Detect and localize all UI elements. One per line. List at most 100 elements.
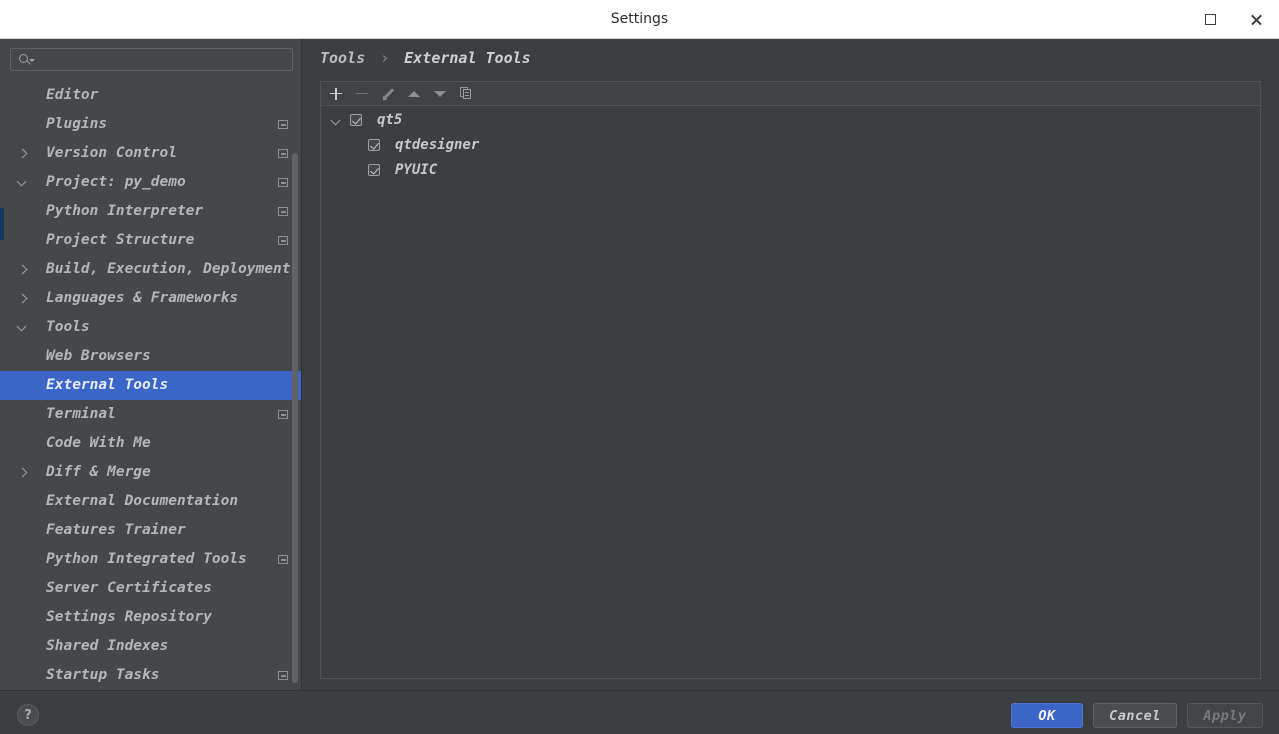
- sidebar-item-build-execution-deployment[interactable]: Build, Execution, Deployment: [0, 255, 301, 284]
- help-button[interactable]: ?: [17, 704, 39, 726]
- sidebar-item-label: Plugins: [46, 116, 108, 132]
- chevron-right-icon[interactable]: [17, 458, 29, 487]
- sidebar-item-plugins[interactable]: Plugins: [0, 110, 301, 139]
- dialog-footer: [0, 690, 1279, 734]
- window-title: Settings: [610, 11, 669, 27]
- tool-label: qtdesigner: [395, 137, 480, 153]
- ok-button[interactable]: OK: [1011, 703, 1083, 728]
- breadcrumb-separator-icon: ›: [380, 49, 390, 67]
- settings-content: Tools › External Tools qt5 qtdesigner PY…: [302, 39, 1279, 690]
- sidebar-item-startup-tasks[interactable]: Startup Tasks: [0, 661, 301, 690]
- tool-checkbox[interactable]: [368, 164, 380, 176]
- sidebar-item-label: Settings Repository: [46, 609, 212, 625]
- minus-icon: [356, 92, 368, 95]
- chevron-down-icon[interactable]: [17, 168, 29, 197]
- pencil-icon: [381, 87, 395, 101]
- sidebar-item-shared-indexes[interactable]: Shared Indexes: [0, 632, 301, 661]
- sidebar-item-features-trainer[interactable]: Features Trainer: [0, 516, 301, 545]
- maximize-button[interactable]: [1187, 0, 1233, 39]
- close-icon: [1250, 13, 1263, 26]
- sidebar-item-project-structure[interactable]: Project Structure: [0, 226, 301, 255]
- sidebar-item-label: Startup Tasks: [46, 667, 160, 683]
- chevron-right-icon[interactable]: [17, 284, 29, 313]
- sidebar-item-diff-merge[interactable]: Diff & Merge: [0, 458, 301, 487]
- copy-icon: [459, 87, 473, 100]
- breadcrumb-leaf: External Tools: [404, 49, 531, 67]
- sidebar-item-label: Python Interpreter: [46, 203, 204, 219]
- sidebar-item-external-documentation[interactable]: External Documentation: [0, 487, 301, 516]
- sidebar-item-label: Shared Indexes: [46, 638, 169, 654]
- chevron-down-icon[interactable]: [331, 108, 343, 133]
- project-scope-icon: [278, 120, 288, 129]
- tool-tree-row[interactable]: qtdesigner: [321, 133, 1260, 158]
- tool-label: qt5: [377, 112, 403, 128]
- sidebar-item-label: Web Browsers: [46, 348, 151, 364]
- sidebar-item-tools[interactable]: Tools: [0, 313, 301, 342]
- move-up-button[interactable]: [401, 82, 427, 105]
- sidebar-item-label: Python Integrated Tools: [46, 551, 247, 567]
- tool-tree-row[interactable]: qt5: [321, 108, 1260, 133]
- breadcrumb-parent[interactable]: Tools: [320, 49, 365, 67]
- arrow-down-icon: [434, 90, 446, 97]
- sidebar-item-editor[interactable]: Editor: [0, 81, 301, 110]
- tool-checkbox[interactable]: [350, 114, 362, 126]
- settings-window: Settings Editor Plugins Version Control Pro…: [0, 0, 1279, 734]
- sidebar-item-server-certificates[interactable]: Server Certificates: [0, 574, 301, 603]
- breadcrumb: Tools › External Tools: [320, 45, 531, 71]
- external-tools-toolbar: [321, 82, 1260, 106]
- cancel-button[interactable]: Cancel: [1093, 703, 1177, 728]
- maximize-icon: [1204, 14, 1216, 25]
- tool-checkbox[interactable]: [368, 139, 380, 151]
- project-scope-icon: [278, 207, 288, 216]
- add-button[interactable]: [323, 82, 349, 105]
- project-scope-icon: [278, 671, 288, 680]
- sidebar-item-label: Project Structure: [46, 232, 195, 248]
- sidebar-scrollbar[interactable]: [292, 153, 298, 683]
- sidebar-item-label: Code With Me: [46, 435, 151, 451]
- sidebar-item-terminal[interactable]: Terminal: [0, 400, 301, 429]
- title-bar: Settings: [0, 0, 1279, 39]
- tool-label: PYUIC: [395, 162, 438, 178]
- sidebar-item-languages-frameworks[interactable]: Languages & Frameworks: [0, 284, 301, 313]
- sidebar-item-label: Version Control: [46, 145, 177, 161]
- sidebar-item-label: External Tools: [46, 377, 169, 393]
- external-tools-tree: qt5 qtdesigner PYUIC: [321, 106, 1260, 678]
- sidebar-item-web-browsers[interactable]: Web Browsers: [0, 342, 301, 371]
- chevron-right-icon[interactable]: [17, 139, 29, 168]
- project-scope-icon: [278, 149, 288, 158]
- close-button[interactable]: [1233, 0, 1279, 39]
- plus-icon: [330, 87, 342, 100]
- sidebar-item-version-control[interactable]: Version Control: [0, 139, 301, 168]
- arrow-up-icon: [408, 90, 420, 97]
- sidebar-item-code-with-me[interactable]: Code With Me: [0, 429, 301, 458]
- project-scope-icon: [278, 410, 288, 419]
- edit-button[interactable]: [375, 82, 401, 105]
- sidebar-item-external-tools[interactable]: External Tools: [0, 371, 301, 400]
- sidebar-item-label: Languages & Frameworks: [46, 290, 239, 306]
- project-scope-icon: [278, 236, 288, 245]
- sidebar-item-label: Terminal: [46, 406, 116, 422]
- project-scope-icon: [278, 178, 288, 187]
- sidebar-item-label: Tools: [46, 319, 90, 335]
- sidebar-item-label: Build, Execution, Deployment: [46, 261, 291, 277]
- copy-button[interactable]: [453, 82, 479, 105]
- sidebar-item-label: Features Trainer: [46, 522, 186, 538]
- remove-button[interactable]: [349, 82, 375, 105]
- sidebar-item-label: Editor: [46, 87, 99, 103]
- sidebar-item-python-interpreter[interactable]: Python Interpreter: [0, 197, 301, 226]
- sidebar-item-project-py-demo[interactable]: Project: py_demo: [0, 168, 301, 197]
- search-field-wrapper: [10, 48, 293, 71]
- project-scope-icon: [278, 555, 288, 564]
- sidebar-item-label: External Documentation: [46, 493, 239, 509]
- search-input[interactable]: [37, 49, 287, 70]
- sidebar-item-settings-repository[interactable]: Settings Repository: [0, 603, 301, 632]
- sidebar-item-label: Diff & Merge: [46, 464, 151, 480]
- search-box[interactable]: [10, 48, 293, 71]
- apply-button[interactable]: Apply: [1187, 703, 1263, 728]
- chevron-right-icon[interactable]: [17, 255, 29, 284]
- tool-tree-row[interactable]: PYUIC: [321, 158, 1260, 183]
- search-icon[interactable]: [19, 54, 35, 67]
- move-down-button[interactable]: [427, 82, 453, 105]
- chevron-down-icon[interactable]: [17, 313, 29, 342]
- sidebar-item-python-integrated-tools[interactable]: Python Integrated Tools: [0, 545, 301, 574]
